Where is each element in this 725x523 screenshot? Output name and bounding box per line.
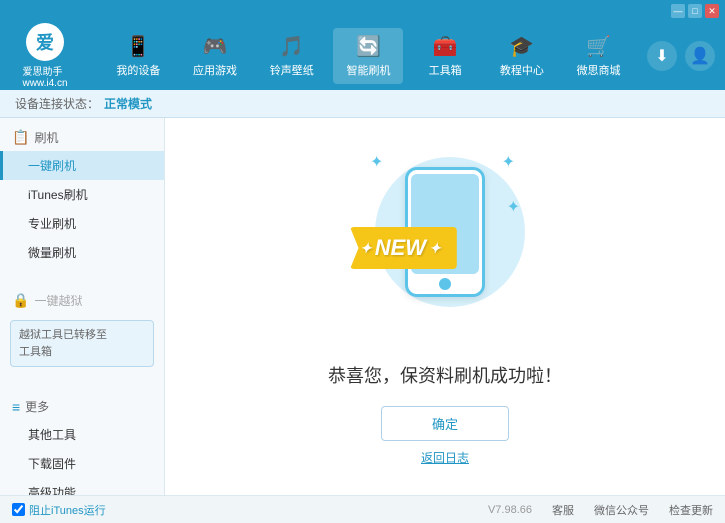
my-device-label: 我的设备 <box>116 62 160 78</box>
illustration: ✦ ✦ ✦ ✦ NEW ✦ <box>345 147 545 347</box>
version-text: V7.98.66 <box>488 504 532 516</box>
nav-ringtones[interactable]: 🎵 铃声壁纸 <box>257 28 327 84</box>
my-device-icon: 📱 <box>126 34 151 59</box>
bottom-bar: 阻止iTunes运行 V7.98.66 客服 微信公众号 检查更新 <box>0 495 725 523</box>
itunes-status: 阻止iTunes运行 <box>29 502 106 518</box>
smart-shop-label: 智能刷机 <box>346 62 390 78</box>
more-section: ≡ 更多 其他工具 下载固件 高级功能 <box>0 387 164 495</box>
jailbreak-group-label: 一键越狱 <box>34 292 82 309</box>
sparkle-icon-1: ✦ <box>370 152 383 172</box>
nav-weisi-store[interactable]: 🛒 微思商城 <box>564 28 634 84</box>
header: 爱 爱思助手 www.i4.cn 📱 我的设备 🎮 应用游戏 🎵 铃声壁纸 🔄 … <box>0 22 725 90</box>
maximize-button[interactable]: □ <box>688 4 702 18</box>
flash-group-header: 📋 刷机 <box>0 124 164 151</box>
sparkle-icon-3: ✦ <box>507 197 520 217</box>
status-label: 设备连接状态： <box>15 95 99 112</box>
main-container: 📋 刷机 一键刷机 iTunes刷机 专业刷机 微量刷机 🔒 一键越狱 越狱工具… <box>0 118 725 495</box>
sidebar-item-one-click-flash[interactable]: 一键刷机 <box>0 151 164 180</box>
more-group-header: ≡ 更多 <box>0 393 164 420</box>
content-area: ✦ ✦ ✦ ✦ NEW ✦ 恭喜您，保资料刷机成功啦！ 确定 返回日志 <box>165 118 725 495</box>
flash-group-icon: 📋 <box>12 129 29 146</box>
nav-smart-shop[interactable]: 🔄 智能刷机 <box>333 28 403 84</box>
sidebar-item-advanced[interactable]: 高级功能 <box>0 478 164 495</box>
star-right-icon: ✦ <box>429 240 441 257</box>
header-right: ⬇ 👤 <box>647 41 715 71</box>
tutorials-label: 教程中心 <box>500 62 544 78</box>
status-bar: 设备连接状态： 正常模式 <box>0 90 725 118</box>
confirm-button[interactable]: 确定 <box>381 406 509 441</box>
bottom-left: 阻止iTunes运行 <box>12 502 106 518</box>
nav-bar: 📱 我的设备 🎮 应用游戏 🎵 铃声壁纸 🔄 智能刷机 🧰 工具箱 🎓 教程中心… <box>100 28 637 84</box>
weisi-store-label: 微思商城 <box>577 62 621 78</box>
sparkle-icon-2: ✦ <box>502 152 515 172</box>
sidebar-item-itunes-flash[interactable]: iTunes刷机 <box>0 180 164 209</box>
toolbox-icon: 🧰 <box>433 34 458 59</box>
sidebar: 📋 刷机 一键刷机 iTunes刷机 专业刷机 微量刷机 🔒 一键越狱 越狱工具… <box>0 118 165 495</box>
back-button[interactable]: 返回日志 <box>421 449 469 466</box>
check-update-link[interactable]: 检查更新 <box>669 502 713 518</box>
success-title: 恭喜您，保资料刷机成功啦！ <box>328 362 562 388</box>
nav-toolbox[interactable]: 🧰 工具箱 <box>410 28 480 84</box>
status-value: 正常模式 <box>104 95 152 112</box>
ringtones-label: 铃声壁纸 <box>270 62 314 78</box>
minimize-button[interactable]: — <box>671 4 685 18</box>
nav-my-device[interactable]: 📱 我的设备 <box>103 28 173 84</box>
new-banner: ✦ NEW ✦ <box>350 227 457 269</box>
title-bar: — □ ✕ <box>0 0 725 22</box>
logo-icon: 爱 <box>26 23 64 61</box>
itunes-toggle[interactable] <box>12 503 25 516</box>
flash-section: 📋 刷机 一键刷机 iTunes刷机 专业刷机 微量刷机 <box>0 118 164 273</box>
bottom-right: V7.98.66 客服 微信公众号 检查更新 <box>488 502 713 518</box>
tutorials-icon: 🎓 <box>509 34 534 59</box>
jailbreak-section: 🔒 一键越狱 越狱工具已转移至 工具箱 <box>0 281 164 379</box>
logo: 爱 爱思助手 www.i4.cn <box>10 23 80 89</box>
nav-tutorials[interactable]: 🎓 教程中心 <box>487 28 557 84</box>
jailbreak-group-header: 🔒 一键越狱 <box>0 287 164 314</box>
sidebar-item-pro-flash[interactable]: 专业刷机 <box>0 209 164 238</box>
ringtones-icon: 🎵 <box>279 34 304 59</box>
sidebar-item-save-flash[interactable]: 微量刷机 <box>0 238 164 267</box>
nav-apps-games[interactable]: 🎮 应用游戏 <box>180 28 250 84</box>
close-button[interactable]: ✕ <box>705 4 719 18</box>
apps-games-label: 应用游戏 <box>193 62 237 78</box>
jailbreak-group-icon: 🔒 <box>12 292 29 309</box>
download-button[interactable]: ⬇ <box>647 41 677 71</box>
toolbox-label: 工具箱 <box>429 62 462 78</box>
logo-text: 爱思助手 www.i4.cn <box>22 63 67 89</box>
window-controls: — □ ✕ <box>671 4 719 18</box>
apps-games-icon: 🎮 <box>203 34 228 59</box>
account-button[interactable]: 👤 <box>685 41 715 71</box>
sidebar-item-download-firmware[interactable]: 下载固件 <box>0 449 164 478</box>
more-group-icon: ≡ <box>12 399 20 415</box>
weisi-store-icon: 🛒 <box>586 34 611 59</box>
phone-home-button <box>439 278 451 290</box>
sidebar-item-other-tools[interactable]: 其他工具 <box>0 420 164 449</box>
jailbreak-info-box: 越狱工具已转移至 工具箱 <box>10 320 154 367</box>
flash-group-label: 刷机 <box>34 129 58 146</box>
more-group-label: 更多 <box>25 398 49 415</box>
new-text: NEW <box>375 235 426 261</box>
star-left-icon: ✦ <box>360 240 372 257</box>
customer-service-link[interactable]: 客服 <box>552 502 574 518</box>
smart-shop-icon: 🔄 <box>356 34 381 59</box>
wechat-official-link[interactable]: 微信公众号 <box>594 502 649 518</box>
